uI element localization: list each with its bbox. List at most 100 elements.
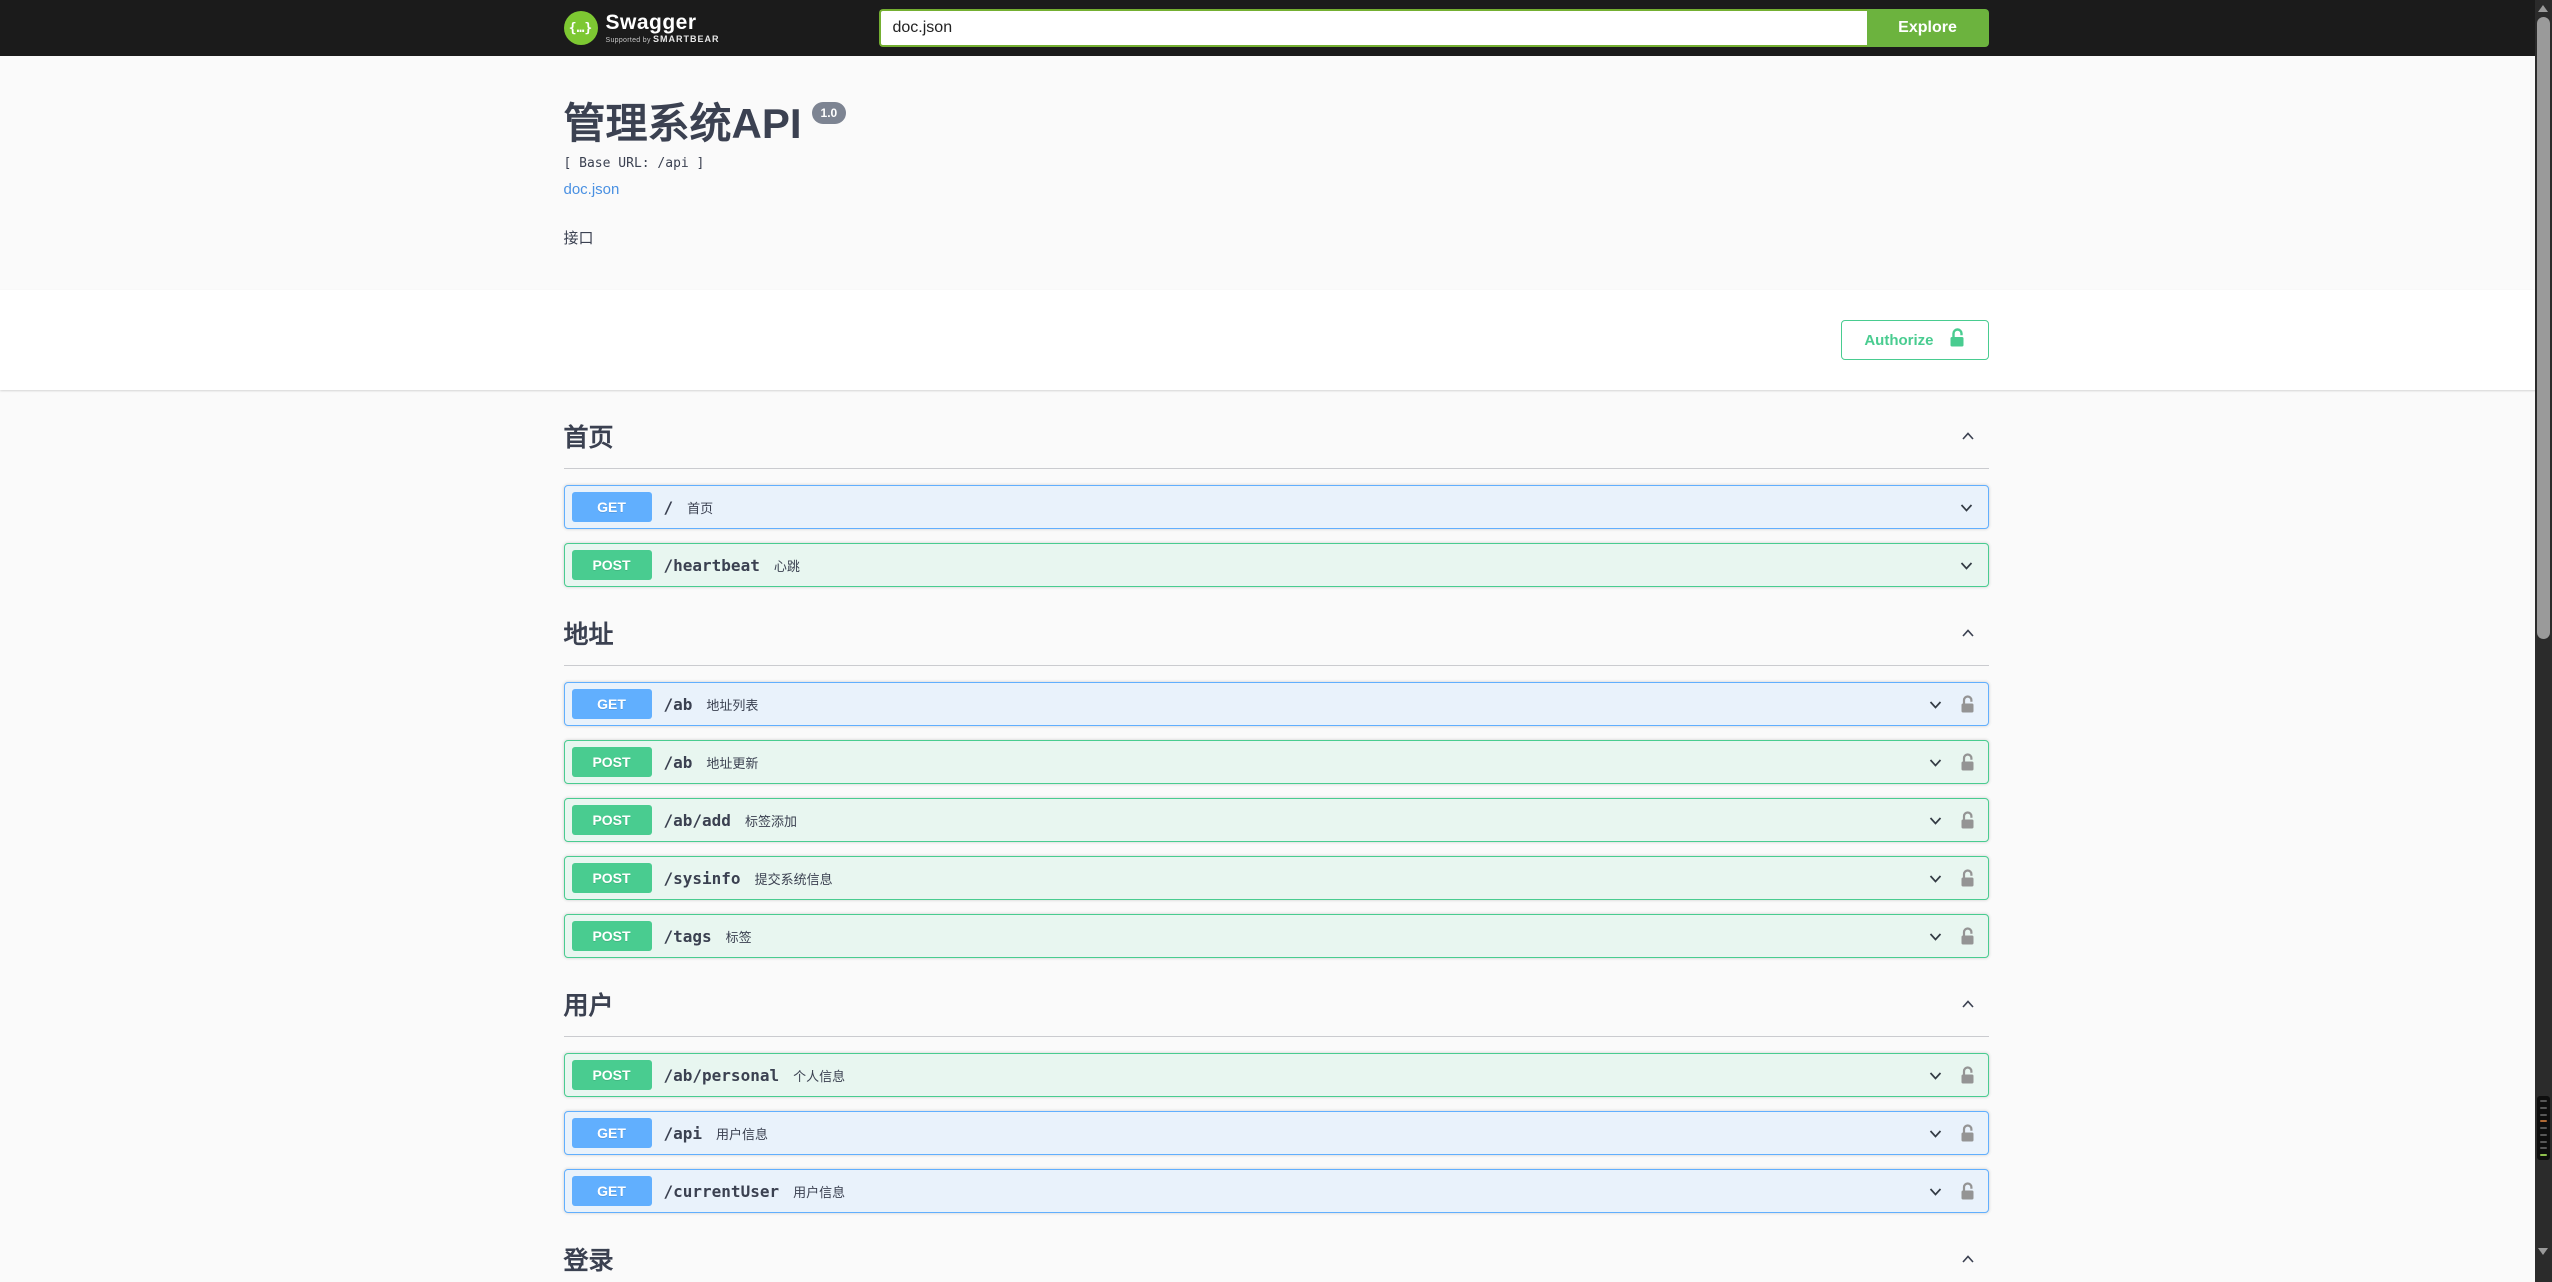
logo-subtitle-prefix: Supported by (605, 37, 651, 44)
operation-summary: 首页 (687, 500, 714, 516)
lock-icon[interactable] (1959, 926, 1976, 946)
chevron-down-icon[interactable] (1926, 753, 1945, 772)
authorize-label: Authorize (1864, 331, 1934, 349)
section-title: 首页 (563, 424, 614, 452)
api-description: 接口 (563, 230, 594, 247)
minimap-line (2540, 1147, 2547, 1150)
chevron-down-icon[interactable] (1957, 498, 1976, 517)
minimap-line (2540, 1113, 2547, 1116)
operation-path: / (663, 497, 674, 517)
chevron-down-icon[interactable] (1926, 1124, 1945, 1143)
spec-url-group: Explore (878, 9, 1989, 47)
logo-subtitle: Supported by SMARTBEAR (606, 34, 720, 44)
topbar: {…} Swagger Supported by SMARTBEAR Explo… (0, 0, 2552, 56)
version-badge: 1.0 (811, 102, 847, 124)
unlock-icon (1948, 328, 1966, 352)
doc-json-link[interactable]: doc.json (564, 181, 620, 198)
lock-icon[interactable] (1959, 752, 1976, 772)
chevron-up-icon[interactable] (1959, 1250, 1977, 1268)
operation-path: /api (663, 1123, 703, 1143)
operation-path: /sysinfo (663, 868, 741, 888)
authorize-button[interactable]: Authorize (1841, 320, 1989, 360)
lock-icon[interactable] (1959, 1181, 1976, 1201)
method-badge: GET (571, 1176, 652, 1206)
chevron-down-icon[interactable] (1926, 1066, 1945, 1085)
lock-icon[interactable] (1959, 868, 1976, 888)
minimap-line (2540, 1140, 2547, 1143)
chevron-down-icon[interactable] (1957, 556, 1976, 575)
logo-title: Swagger (605, 11, 697, 34)
page-scrollbar[interactable] (2535, 0, 2552, 1282)
operation-row[interactable]: POST /ab/add 标签添加 (563, 798, 1989, 842)
lock-icon[interactable] (1959, 694, 1976, 714)
operation-row[interactable]: POST /ab 地址更新 (563, 740, 1989, 784)
section-header[interactable]: 首页 (563, 404, 1989, 469)
method-badge: POST (571, 550, 652, 580)
operation-row[interactable]: POST /heartbeat 心跳 (563, 543, 1989, 587)
scrollbar-up-arrow-icon[interactable] (2538, 5, 2548, 12)
tag-section: 登录 POST /login 登录 POST /loginstatus 登录状态 (564, 1227, 1989, 1282)
method-badge: GET (571, 1118, 652, 1148)
section-operations: POST /ab/personal 个人信息 GET /api 用户信息 GET… (563, 1053, 1989, 1213)
operation-path: /ab (663, 694, 693, 714)
operation-summary: 提交系统信息 (754, 871, 833, 887)
operation-row[interactable]: GET /api 用户信息 (563, 1111, 1989, 1155)
operation-row[interactable]: POST /sysinfo 提交系统信息 (563, 856, 1989, 900)
tag-section: 用户 POST /ab/personal 个人信息 GET /api 用户信息 … (563, 972, 1989, 1213)
operation-summary: 标签添加 (744, 813, 797, 829)
minimap-line-green (2540, 1154, 2547, 1156)
lock-icon[interactable] (1959, 810, 1976, 830)
operation-row[interactable]: POST /ab/personal 个人信息 (563, 1053, 1989, 1097)
method-badge: POST (571, 1060, 652, 1090)
minimap-line (2540, 1106, 2547, 1109)
api-title-text: 管理系统API (563, 100, 802, 147)
operation-path: /heartbeat (663, 555, 760, 575)
chevron-down-icon[interactable] (1926, 811, 1945, 830)
chevron-down-icon[interactable] (1926, 869, 1945, 888)
method-badge: GET (571, 689, 652, 719)
base-url: [ Base URL: /api ] (563, 156, 705, 171)
operation-summary: 标签 (725, 929, 752, 945)
minimap-line (2540, 1100, 2547, 1102)
minimap-line (2540, 1133, 2547, 1136)
explore-button[interactable]: Explore (1866, 9, 1989, 47)
lock-icon[interactable] (1959, 1123, 1976, 1143)
chevron-up-icon[interactable] (1959, 995, 1977, 1013)
section-header[interactable]: 用户 (563, 972, 1989, 1037)
chevron-up-icon[interactable] (1959, 427, 1977, 445)
scrollbar-thumb[interactable] (2537, 17, 2550, 639)
operation-summary: 用户信息 (716, 1126, 769, 1142)
operation-path: /ab (663, 752, 693, 772)
swagger-logo[interactable]: {…} Swagger Supported by SMARTBEAR (563, 11, 720, 45)
method-badge: GET (571, 492, 652, 522)
method-badge: POST (571, 805, 652, 835)
minimap-line (2540, 1127, 2547, 1129)
operation-summary: 地址更新 (706, 755, 759, 771)
spec-url-input[interactable] (878, 9, 1867, 47)
operation-row[interactable]: GET /ab 地址列表 (563, 682, 1989, 726)
chevron-up-icon[interactable] (1959, 624, 1977, 642)
chevron-down-icon[interactable] (1926, 927, 1945, 946)
tag-section: 首页 GET / 首页 POST /heartbeat 心跳 (563, 404, 1989, 587)
logo-subtitle-brand: SMARTBEAR (653, 34, 720, 44)
section-header[interactable]: 地址 (563, 601, 1989, 666)
scrollbar-down-arrow-icon[interactable] (2538, 1248, 2548, 1255)
section-title: 地址 (563, 621, 614, 649)
operation-row[interactable]: POST /tags 标签 (563, 914, 1989, 958)
chevron-down-icon[interactable] (1926, 1182, 1945, 1201)
section-header[interactable]: 登录 (564, 1227, 1989, 1282)
info-section: 管理系统API 1.0 [ Base URL: /api ] doc.json 接… (0, 56, 2552, 290)
lock-icon[interactable] (1959, 1065, 1976, 1085)
operation-row[interactable]: GET / 首页 (563, 485, 1989, 529)
operations-container: 首页 GET / 首页 POST /heartbeat 心跳 地址 GET /a… (563, 404, 1989, 1282)
operation-summary: 个人信息 (793, 1068, 846, 1084)
operation-summary: 心跳 (773, 558, 800, 574)
operation-path: /ab/add (663, 810, 731, 830)
chevron-down-icon[interactable] (1926, 695, 1945, 714)
tag-section: 地址 GET /ab 地址列表 POST /ab 地址更新 POST /ab/a… (563, 601, 1989, 958)
section-operations: GET / 首页 POST /heartbeat 心跳 (563, 485, 1989, 587)
operation-summary: 地址列表 (706, 697, 759, 713)
section-operations: GET /ab 地址列表 POST /ab 地址更新 POST /ab/add … (563, 682, 1989, 958)
operation-row[interactable]: GET /currentUser 用户信息 (563, 1169, 1989, 1213)
section-title: 用户 (563, 992, 614, 1020)
